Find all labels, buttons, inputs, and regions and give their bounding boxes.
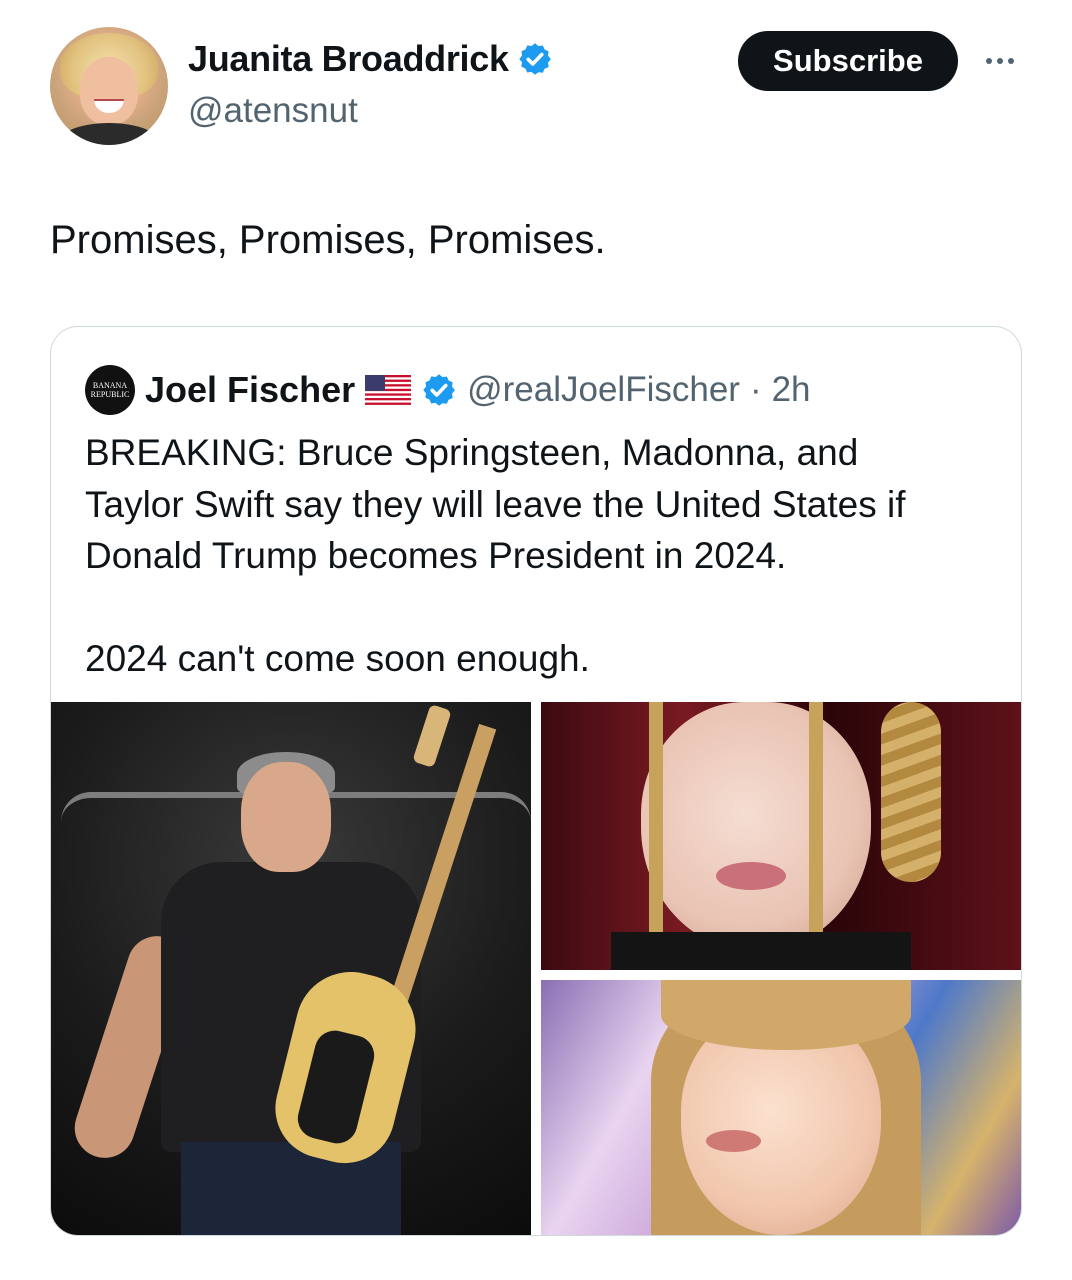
photo-taylor-swift[interactable] (541, 980, 1021, 1235)
photo-madonna[interactable] (541, 702, 1021, 970)
photo-springsteen[interactable] (51, 702, 531, 1235)
author-name-row: Juanita Broaddrick (188, 38, 553, 80)
quoted-tweet-time[interactable]: 2h (772, 370, 811, 410)
quoted-tweet-header: BANANA REPUBLIC Joel Fischer @realJoelFi… (85, 365, 811, 415)
more-dot (1008, 58, 1014, 64)
us-flag-icon (365, 375, 412, 405)
author-avatar[interactable] (50, 27, 168, 145)
separator-dot: · (749, 370, 762, 409)
media-grid (51, 702, 1021, 1235)
verified-badge-icon (518, 43, 551, 75)
avatar-logo-line: BANANA (92, 381, 128, 390)
quoted-author-handle[interactable]: @realJoelFischer (467, 370, 740, 410)
quoted-author-display-name[interactable]: Joel Fischer (145, 369, 355, 411)
more-dot (986, 58, 992, 64)
author-handle[interactable]: @atensnut (188, 91, 358, 131)
avatar-logo-line: REPUBLIC (90, 390, 130, 399)
quoted-tweet[interactable]: BANANA REPUBLIC Joel Fischer @realJoelFi… (50, 326, 1022, 1236)
tweet-text: Promises, Promises, Promises. (50, 218, 606, 262)
subscribe-button[interactable]: Subscribe (738, 31, 958, 91)
quoted-author-avatar[interactable]: BANANA REPUBLIC (85, 365, 135, 415)
author-display-name[interactable]: Juanita Broaddrick (188, 38, 509, 80)
more-dot (997, 58, 1003, 64)
more-options-icon[interactable] (980, 44, 1020, 78)
verified-badge-icon (423, 374, 455, 406)
quoted-tweet-text: BREAKING: Bruce Springsteen, Madonna, an… (85, 432, 906, 679)
